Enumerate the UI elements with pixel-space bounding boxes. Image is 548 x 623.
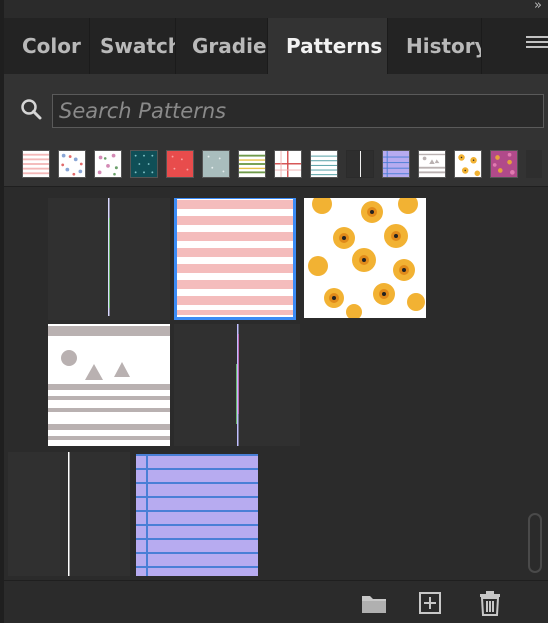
recent-pattern-swatch[interactable] <box>346 150 374 178</box>
tab-color[interactable]: Color <box>4 18 90 74</box>
collapse-panel-icon[interactable]: » <box>534 0 542 13</box>
recent-pattern-swatch[interactable] <box>94 150 122 178</box>
add-pattern-icon[interactable] <box>416 589 444 617</box>
pattern-tile-thin-white-line[interactable] <box>8 452 130 576</box>
pattern-tile-notebook-lavender[interactable] <box>136 454 258 576</box>
recent-pattern-swatch[interactable] <box>130 150 158 178</box>
tab-patterns[interactable]: Patterns <box>268 18 388 74</box>
tab-bar: Color Swatches Gradient Patterns History <box>4 18 548 74</box>
scrollbar-thumb[interactable] <box>528 513 542 573</box>
recent-pattern-swatch[interactable] <box>274 150 302 178</box>
hamburger-menu-icon[interactable] <box>526 36 548 54</box>
search-row <box>4 74 548 144</box>
pattern-tile-thin-line-dark[interactable] <box>48 198 170 320</box>
pattern-tile-yellow-flowers[interactable] <box>304 198 426 318</box>
tab-gradient[interactable]: Gradient <box>176 18 268 74</box>
pattern-grid <box>4 198 528 578</box>
recent-pattern-swatch[interactable] <box>490 150 518 178</box>
tab-history[interactable]: History <box>388 18 482 74</box>
recent-pattern-swatch[interactable] <box>58 150 86 178</box>
recent-pattern-swatch[interactable] <box>238 150 266 178</box>
recent-pattern-swatch[interactable] <box>166 150 194 178</box>
recent-pattern-swatch[interactable] <box>22 150 50 178</box>
search-input[interactable] <box>52 94 544 128</box>
recent-pattern-swatch[interactable] <box>310 150 338 178</box>
tab-swatches[interactable]: Swatches <box>90 18 176 74</box>
pattern-tile-pink-stripes[interactable] <box>174 198 296 320</box>
new-folder-icon[interactable] <box>360 589 388 617</box>
recent-pattern-swatch[interactable] <box>418 150 446 178</box>
pattern-tile-thin-line-dark-2[interactable] <box>174 324 300 446</box>
pattern-tile-grey-scene[interactable] <box>48 324 170 446</box>
recent-pattern-swatch[interactable] <box>202 150 230 178</box>
delete-icon[interactable] <box>476 589 504 617</box>
recent-pattern-swatch[interactable] <box>382 150 410 178</box>
recent-patterns-strip <box>4 144 548 187</box>
search-icon <box>21 99 42 120</box>
panel-footer <box>4 580 548 623</box>
recent-pattern-swatch[interactable] <box>526 150 542 178</box>
recent-pattern-swatch[interactable] <box>454 150 482 178</box>
